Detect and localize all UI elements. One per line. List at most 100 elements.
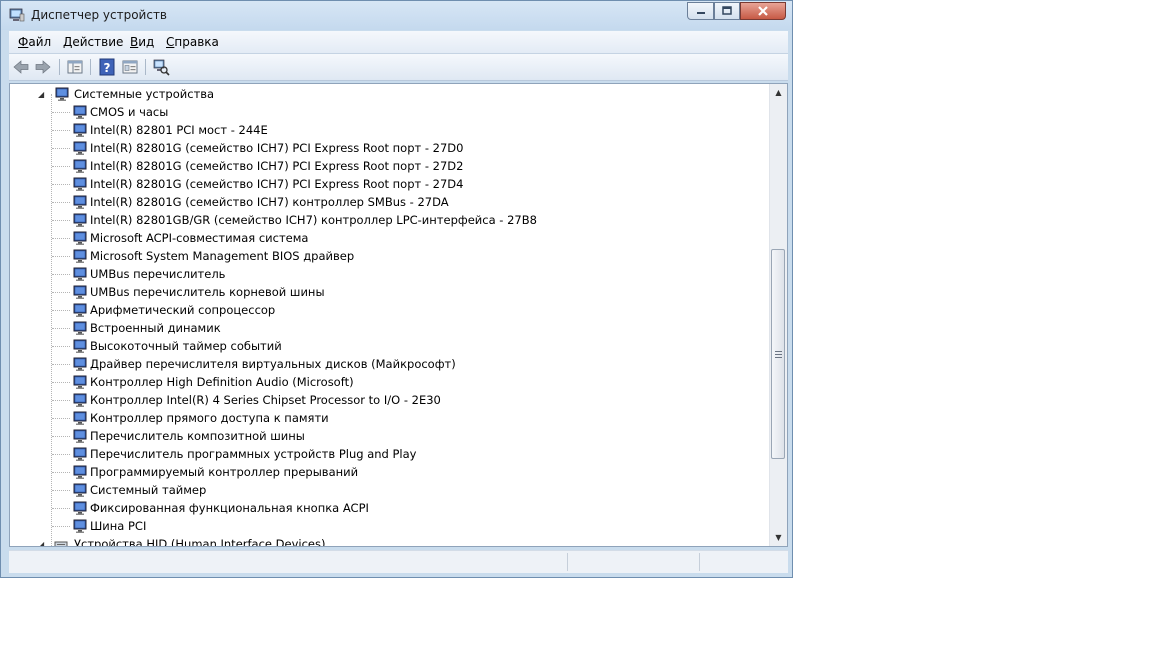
tree-connector-line [52, 382, 70, 383]
grip-line [775, 357, 782, 358]
show-hide-console-tree-icon[interactable] [66, 58, 84, 76]
help-icon[interactable]: ? [98, 58, 116, 76]
computer-monitor-icon [73, 375, 87, 389]
device-label: Intel(R) 82801G (семейство ICH7) PCI Exp… [90, 141, 464, 155]
tree-connector-line [52, 274, 70, 275]
tree-connector-line [52, 148, 70, 149]
tree-device-item[interactable]: Программируемый контроллер прерываний [71, 463, 551, 481]
tree-device-item[interactable]: Перечислитель композитной шины [71, 427, 551, 445]
device-label: Перечислитель программных устройств Plug… [90, 447, 417, 461]
tree-connector-line [52, 220, 70, 221]
collapsed-arrow-icon[interactable]: ◢ [38, 536, 44, 546]
svg-text:?: ? [104, 61, 111, 75]
computer-monitor-icon [55, 87, 69, 101]
maximize-icon [722, 6, 732, 15]
title-bar[interactable]: Диспетчер устройств [1, 1, 792, 30]
device-manager-icon [9, 8, 25, 22]
tree-device-item[interactable]: Шина PCI [71, 517, 551, 535]
tree-connector-line [52, 292, 70, 293]
properties-icon[interactable] [121, 58, 139, 76]
back-arrow-icon[interactable] [12, 58, 30, 76]
tree-device-item[interactable]: Перечислитель программных устройств Plug… [71, 445, 551, 463]
tree-device-item[interactable]: Системный таймер [71, 481, 551, 499]
device-label: Intel(R) 82801GB/GR (семейство ICH7) кон… [90, 213, 537, 227]
maximize-button[interactable] [714, 2, 740, 20]
device-label: Intel(R) 82801G (семейство ICH7) PCI Exp… [90, 159, 464, 173]
tree-device-item[interactable]: Встроенный динамик [71, 319, 551, 337]
tree-device-item[interactable]: Intel(R) 82801G (семейство ICH7) PCI Exp… [71, 139, 551, 157]
device-tree[interactable]: ◢ Системные устройства CMOS и часы Intel(… [9, 83, 788, 547]
tree-device-item[interactable]: Контроллер прямого доступа к памяти [71, 409, 551, 427]
device-label: Контроллер High Definition Audio (Micros… [90, 375, 354, 389]
toolbar-separator [90, 59, 91, 75]
menu-help-label: правка [174, 35, 219, 49]
device-label: UMBus перечислитель корневой шины [90, 285, 325, 299]
scan-hardware-icon[interactable] [152, 58, 170, 76]
tree-connector-line [52, 166, 70, 167]
device-label: Intel(R) 82801G (семейство ICH7) контрол… [90, 195, 449, 209]
tree-device-item[interactable]: Арифметический сопроцессор [71, 301, 551, 319]
computer-monitor-icon [73, 429, 87, 443]
computer-monitor-icon [73, 447, 87, 461]
menu-view[interactable]: Вид [130, 35, 154, 49]
tree-connector-line [52, 526, 70, 527]
toolbar-separator [59, 59, 60, 75]
computer-monitor-icon [73, 501, 87, 515]
tree-device-item[interactable]: Intel(R) 82801 PCI мост - 244E [71, 121, 551, 139]
device-manager-window: Диспетчер устройств Файл Действие Вид Сп… [0, 0, 793, 578]
tree-connector-line [52, 472, 70, 473]
tree-device-item[interactable]: Microsoft System Management BIOS драйвер [71, 247, 551, 265]
menu-bar: Файл Действие Вид Справка [9, 31, 788, 54]
tree-category-hid[interactable]: ◢ Устройства HID (Human Interface Device… [38, 535, 358, 546]
tree-category-system-devices[interactable]: ◢ Системные устройства [38, 85, 338, 103]
menu-file-accel: Ф [18, 35, 29, 49]
tree-device-item[interactable]: Контроллер Intel(R) 4 Series Chipset Pro… [71, 391, 551, 409]
tree-device-item[interactable]: Драйвер перечислителя виртуальных дисков… [71, 355, 551, 373]
tree-connector-line [52, 490, 70, 491]
menu-help[interactable]: Справка [166, 35, 219, 49]
computer-monitor-icon [73, 303, 87, 317]
tree-device-item[interactable]: UMBus перечислитель корневой шины [71, 283, 551, 301]
forward-arrow-icon[interactable] [34, 58, 52, 76]
status-separator [567, 553, 568, 571]
tree-device-item[interactable]: Intel(R) 82801G (семейство ICH7) PCI Exp… [71, 157, 551, 175]
tree-connector-line [52, 256, 70, 257]
tree-connector-line [51, 94, 52, 546]
tree-connector-line [52, 130, 70, 131]
tree-device-item[interactable]: Высокоточный таймер событий [71, 337, 551, 355]
close-button[interactable] [740, 2, 786, 20]
tree-connector-line [52, 238, 70, 239]
tree-device-item[interactable]: Intel(R) 82801G (семейство ICH7) контрол… [71, 193, 551, 211]
scroll-up-arrow-icon[interactable]: ▲ [770, 84, 787, 101]
tree-device-item[interactable]: Intel(R) 82801GB/GR (семейство ICH7) кон… [71, 211, 551, 229]
tree-device-item[interactable]: Intel(R) 82801G (семейство ICH7) PCI Exp… [71, 175, 551, 193]
tree-device-item[interactable]: UMBus перечислитель [71, 265, 551, 283]
tree-connector-line [52, 328, 70, 329]
device-label: UMBus перечислитель [90, 267, 226, 281]
device-label: Контроллер Intel(R) 4 Series Chipset Pro… [90, 393, 441, 407]
scroll-down-arrow-icon[interactable]: ▼ [770, 529, 787, 546]
minimize-button[interactable] [687, 2, 714, 20]
menu-action-label: ействие [72, 35, 124, 49]
vertical-scrollbar[interactable]: ▲ ▼ [769, 84, 787, 546]
scroll-thumb[interactable] [771, 249, 785, 459]
menu-action[interactable]: Действие [63, 35, 123, 49]
computer-monitor-icon [73, 159, 87, 173]
tree-device-item[interactable]: Фиксированная функциональная кнопка ACPI [71, 499, 551, 517]
tree-device-item[interactable]: Microsoft ACPI-совместимая система [71, 229, 551, 247]
tree-device-item[interactable]: CMOS и часы [71, 103, 551, 121]
grip-line [775, 351, 782, 352]
device-label: Программируемый контроллер прерываний [90, 465, 359, 479]
computer-monitor-icon [73, 249, 87, 263]
computer-monitor-icon [73, 483, 87, 497]
device-label: Intel(R) 82801G (семейство ICH7) PCI Exp… [90, 177, 464, 191]
device-label: Системный таймер [90, 483, 207, 497]
device-label: Встроенный динамик [90, 321, 221, 335]
computer-monitor-icon [73, 285, 87, 299]
menu-action-accel: Д [63, 35, 73, 49]
computer-monitor-icon [73, 105, 87, 119]
tree-connector-line [52, 436, 70, 437]
tree-device-item[interactable]: Контроллер High Definition Audio (Micros… [71, 373, 551, 391]
menu-file[interactable]: Файл [18, 35, 51, 49]
expanded-arrow-icon[interactable]: ◢ [38, 86, 44, 104]
